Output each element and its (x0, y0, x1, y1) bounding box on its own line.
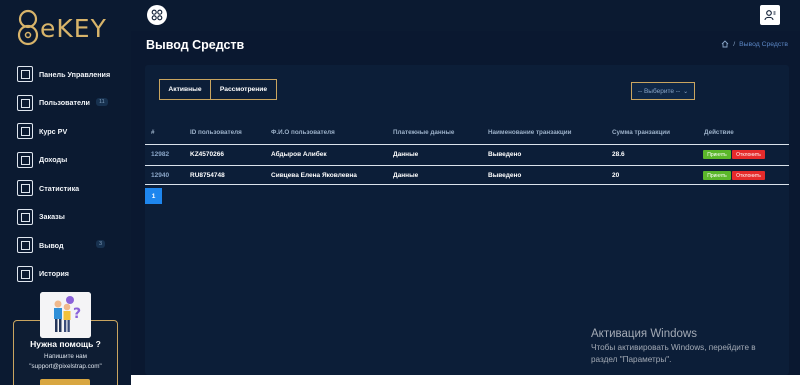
home-icon[interactable] (721, 40, 729, 48)
withdraw-icon (17, 237, 33, 254)
cell-amount: 20 (612, 172, 620, 179)
statistics-icon (17, 180, 33, 197)
chevron-down-icon: ⌄ (683, 88, 689, 95)
column-header-action: Действие (704, 129, 734, 136)
table-header-divider (145, 144, 789, 145)
sidebar-item-label: Курс PV (39, 126, 68, 136)
column-header-user-id: ID пользователя (190, 129, 242, 136)
cell-transaction-name: Выведено (488, 172, 522, 179)
dashboard-icon (17, 66, 33, 83)
cell-user-id: RU8754748 (190, 172, 225, 179)
cell-payment-details[interactable]: Данные (393, 172, 418, 179)
cell-amount: 28.6 (612, 151, 625, 158)
cell-number: 12940 (151, 172, 170, 179)
key-logo-icon (17, 9, 39, 46)
orders-icon (17, 208, 33, 225)
help-email: "support@pixelstrap.com" (29, 363, 102, 370)
windows-activation-text: раздел "Параметры". (591, 355, 672, 364)
brand-logo[interactable]: eKEY (16, 6, 116, 50)
status-select[interactable]: -- Выберите -- ⌄ (631, 82, 695, 100)
sidebar-item-withdraw[interactable]: Вывод 3 (0, 231, 131, 260)
sidebar-nav: Панель Управления Пользователи 11 Курс P… (0, 60, 131, 288)
windows-activation-title: Активация Windows (591, 328, 697, 340)
sidebar-item-statistics[interactable]: Статистика (0, 174, 131, 203)
status-select-value: -- Выберите -- (637, 87, 681, 95)
cell-user-name: Абдыров Алибек (271, 151, 327, 158)
cell-user-name: Сивцева Елена Яковлевна (271, 172, 357, 179)
column-header-amount: Сумма транзакции (612, 129, 671, 136)
row-divider (145, 184, 789, 185)
sidebar-item-dashboard[interactable]: Панель Управления (0, 60, 131, 89)
rate-icon (17, 123, 33, 140)
users-count-badge: 11 (96, 97, 108, 106)
pagination-page-1[interactable]: 1 (145, 188, 162, 204)
sidebar-item-label: Заказы (39, 212, 65, 222)
brand-name: eKEY (40, 13, 107, 43)
cell-transaction-name: Выведено (488, 151, 522, 158)
windows-activation-text: Чтобы активировать Windows, перейдите в (591, 343, 756, 352)
svg-text:?: ? (73, 306, 81, 322)
sidebar-item-label: Панель Управления (39, 69, 111, 79)
breadcrumb: / Вывод Средств (721, 40, 788, 48)
user-icon (764, 10, 776, 21)
help-text: Напишите нам (44, 353, 87, 360)
cell-payment-details[interactable]: Данные (393, 151, 418, 158)
tab-review[interactable]: Рассмотрение (210, 79, 277, 100)
column-header-transaction-name: Наименование транзакции (488, 129, 572, 136)
withdraw-count-badge: 3 (96, 240, 106, 248)
apps-grid-icon (151, 9, 163, 21)
user-profile-button[interactable] (760, 5, 780, 25)
income-icon (17, 151, 33, 168)
column-header-user-name: Ф.И.О пользователя (271, 129, 335, 136)
topbar (131, 0, 800, 31)
history-icon (17, 265, 33, 282)
accept-button[interactable]: Принять (703, 150, 731, 159)
tab-active[interactable]: Активные (159, 79, 211, 100)
page-title: Вывод Средств (146, 38, 245, 52)
apps-menu-button[interactable] (147, 5, 167, 25)
reject-button[interactable]: Отклонить (732, 150, 765, 159)
sidebar-item-label: Доходы (39, 155, 68, 165)
help-people-illustration: ? (40, 292, 91, 338)
breadcrumb-separator: / (733, 40, 736, 48)
column-header-number: # (151, 129, 155, 136)
help-illustration: ? (40, 292, 91, 338)
sidebar-item-label: Статистика (39, 183, 80, 193)
sidebar-item-rate[interactable]: Курс PV (0, 117, 131, 146)
sidebar-item-label: Вывод (39, 240, 64, 250)
sidebar-item-label: Пользователи (39, 98, 90, 108)
sidebar-item-label: История (39, 269, 69, 279)
sidebar-item-orders[interactable]: Заказы (0, 203, 131, 232)
sidebar-item-income[interactable]: Доходы (0, 146, 131, 175)
reject-button[interactable]: Отклонить (732, 171, 765, 180)
cell-number: 12982 (151, 151, 170, 158)
row-divider (145, 165, 789, 166)
sidebar-item-users[interactable]: Пользователи 11 (0, 89, 131, 118)
bottom-strip (131, 375, 800, 385)
accept-button[interactable]: Принять (703, 171, 731, 180)
help-contact-button[interactable] (40, 379, 90, 385)
cell-user-id: KZ4570266 (190, 151, 224, 158)
column-header-payment-details: Платежные данные (393, 129, 455, 136)
breadcrumb-current: Вывод Средств (739, 40, 788, 48)
sidebar-item-history[interactable]: История (0, 260, 131, 289)
help-title: Нужна помощь ? (30, 339, 101, 349)
users-icon (17, 94, 33, 111)
sidebar: eKEY Панель Управления Пользователи 11 К… (0, 0, 131, 385)
